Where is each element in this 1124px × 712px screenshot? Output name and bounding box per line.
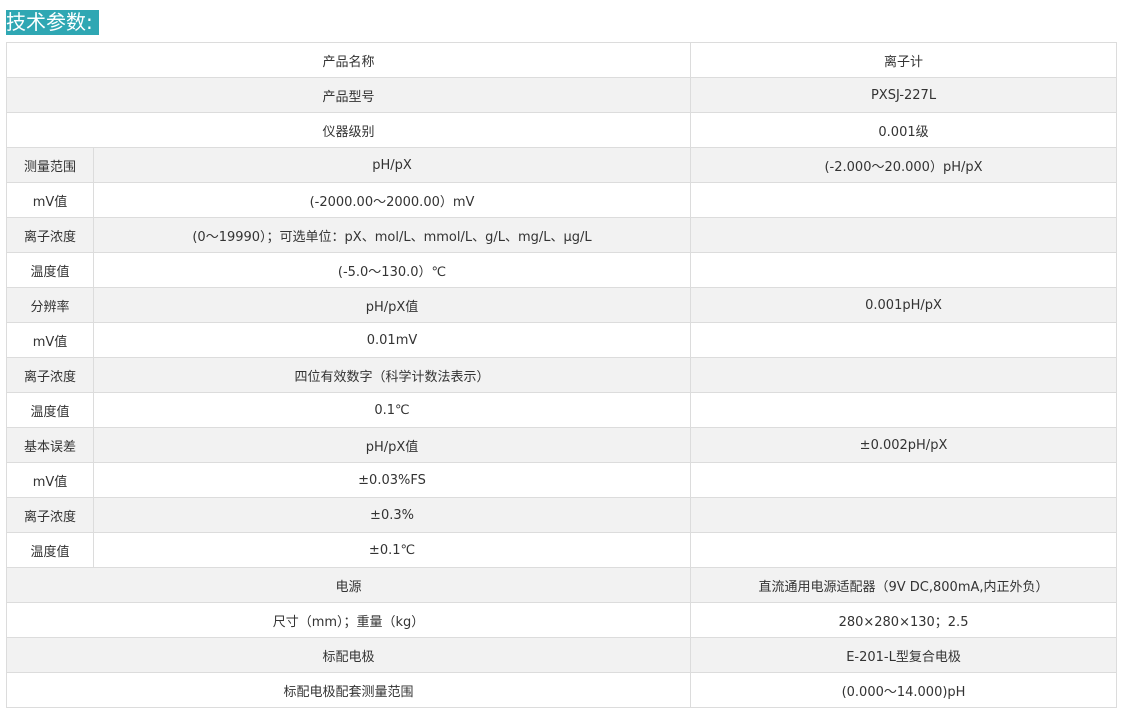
- param-group: 基本误差: [6, 427, 94, 463]
- param-group: 离子浓度: [6, 497, 94, 533]
- param-group: 温度值: [6, 532, 94, 568]
- param-value: [690, 217, 1118, 253]
- param-value: [690, 497, 1118, 533]
- param-value: (0.000～14.000)pH: [690, 672, 1118, 708]
- table-row: 标配电极 E-201-L型复合电极: [5, 637, 1118, 673]
- param-value: [690, 357, 1118, 393]
- param-value: PXSJ-227L: [690, 77, 1118, 113]
- table-row: 产品名称 离子计: [5, 42, 1118, 78]
- param-label: 标配电极: [5, 637, 692, 673]
- table-row: 基本误差 pH/pX值 ±0.002pH/pX: [6, 427, 1118, 463]
- param-label: ±0.03%FS: [92, 462, 692, 498]
- param-label: (-5.0～130.0）℃: [92, 252, 692, 288]
- param-group: mV值: [6, 182, 94, 218]
- param-value: [690, 532, 1118, 568]
- param-value: (-2.000～20.000）pH/pX: [690, 147, 1118, 183]
- param-label: 产品名称: [5, 42, 692, 78]
- param-value: [690, 392, 1118, 428]
- table-row: 尺寸（mm）；重量（kg） 280×280×130；2.5: [5, 602, 1118, 638]
- param-group: mV值: [6, 462, 94, 498]
- param-value: 直流通用电源适配器（9V DC,800mA,内正外负）: [690, 567, 1118, 603]
- table-row: mV值 ±0.03%FS: [6, 462, 1118, 498]
- param-label: 电源: [5, 567, 692, 603]
- param-label: 0.1℃: [92, 392, 692, 428]
- param-value: 280×280×130；2.5: [690, 602, 1118, 638]
- param-group: 温度值: [6, 392, 94, 428]
- table-row: 温度值 0.1℃: [6, 392, 1118, 428]
- param-group: 离子浓度: [6, 217, 94, 253]
- table-row: 离子浓度 四位有效数字（科学计数法表示）: [6, 357, 1118, 393]
- param-label: 0.01mV: [92, 322, 692, 358]
- table-row: 离子浓度 (0～19990）；可选单位：pX、mol/L、mmol/L、g/L、…: [6, 217, 1118, 253]
- param-group: 离子浓度: [6, 357, 94, 393]
- spec-table: 产品名称 离子计 产品型号 PXSJ-227L 仪器级别 0.001级 测量范围…: [5, 42, 1118, 708]
- param-label: 尺寸（mm）；重量（kg）: [5, 602, 692, 638]
- param-value: 离子计: [690, 42, 1118, 78]
- param-value: [690, 462, 1118, 498]
- param-group: 分辨率: [6, 287, 94, 323]
- table-row: 电源 直流通用电源适配器（9V DC,800mA,内正外负）: [5, 567, 1118, 603]
- param-value: 0.001pH/pX: [690, 287, 1118, 323]
- param-value: [690, 182, 1118, 218]
- param-value: [690, 252, 1118, 288]
- param-value: ±0.002pH/pX: [690, 427, 1118, 463]
- param-label: pH/pX值: [92, 427, 692, 463]
- param-label: 产品型号: [5, 77, 692, 113]
- section-heading: 技术参数:: [6, 10, 99, 35]
- table-row: 测量范围 pH/pX (-2.000～20.000）pH/pX: [6, 147, 1118, 183]
- table-row: 分辨率 pH/pX值 0.001pH/pX: [6, 287, 1118, 323]
- param-value: 0.001级: [690, 112, 1118, 148]
- param-label: (0～19990）；可选单位：pX、mol/L、mmol/L、g/L、mg/L、…: [92, 217, 692, 253]
- param-label: 标配电极配套测量范围: [5, 672, 692, 708]
- table-row: 温度值 ±0.1℃: [6, 532, 1118, 568]
- param-label: 仪器级别: [5, 112, 692, 148]
- param-group: 测量范围: [6, 147, 94, 183]
- table-row: 温度值 (-5.0～130.0）℃: [6, 252, 1118, 288]
- param-label: pH/pX值: [92, 287, 692, 323]
- param-value: E-201-L型复合电极: [690, 637, 1118, 673]
- param-label: (-2000.00～2000.00）mV: [92, 182, 692, 218]
- param-value: [690, 322, 1118, 358]
- table-row: 离子浓度 ±0.3%: [6, 497, 1118, 533]
- param-group: mV值: [6, 322, 94, 358]
- param-label: pH/pX: [92, 147, 692, 183]
- table-row: mV值 (-2000.00～2000.00）mV: [6, 182, 1118, 218]
- table-row: 产品型号 PXSJ-227L: [5, 77, 1118, 113]
- param-label: 四位有效数字（科学计数法表示）: [92, 357, 692, 393]
- table-row: 仪器级别 0.001级: [5, 112, 1118, 148]
- param-group: 温度值: [6, 252, 94, 288]
- table-row: 标配电极配套测量范围 (0.000～14.000)pH: [5, 672, 1118, 708]
- param-label: ±0.3%: [92, 497, 692, 533]
- param-label: ±0.1℃: [92, 532, 692, 568]
- table-row: mV值 0.01mV: [6, 322, 1118, 358]
